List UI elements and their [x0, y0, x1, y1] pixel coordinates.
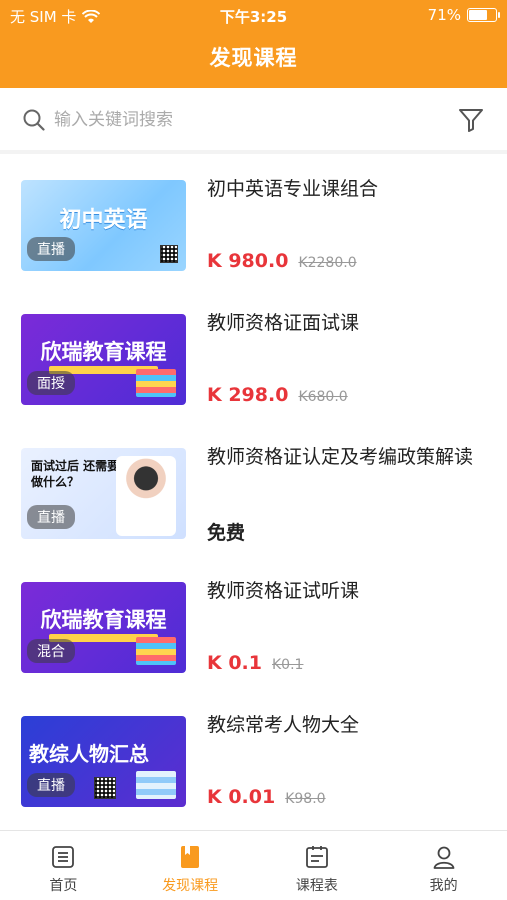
course-title: 教师资格证试听课	[207, 580, 360, 602]
book-icon	[181, 846, 200, 868]
tab-schedule[interactable]: 课程表	[254, 831, 381, 900]
course-thumbnail: 欣瑞教育课程 混合	[21, 582, 186, 673]
course-thumbnail: 面试过后 还需要做什么？ 直播	[21, 448, 186, 539]
thumbnail-title: 教综人物汇总	[29, 742, 149, 766]
current-price: K 298.0	[207, 384, 289, 406]
books-icon	[136, 637, 176, 665]
original-price: K2280.0	[298, 255, 357, 271]
books-icon	[136, 771, 176, 799]
search-icon	[23, 109, 45, 131]
course-type-badge: 直播	[27, 505, 75, 529]
price-row: K 980.0 K2280.0	[207, 250, 357, 272]
thumbnail-title: 面试过后 还需要做什么？	[31, 459, 120, 489]
course-type-badge: 混合	[27, 639, 75, 663]
current-price: K 0.1	[207, 652, 262, 674]
course-thumbnail: 教综人物汇总 直播	[21, 716, 186, 807]
course-title: 教师资格证面试课	[207, 312, 360, 334]
course-list: 初中英语 直播 初中英语专业课组合 K 980.0 K2280.0 欣瑞教育课程…	[0, 158, 507, 830]
tab-label: 首页	[49, 878, 78, 894]
current-price: K 0.01	[207, 786, 276, 808]
tab-label: 我的	[429, 878, 458, 894]
original-price: K98.0	[285, 791, 326, 807]
course-title: 教综常考人物大全	[207, 714, 360, 736]
course-thumbnail: 欣瑞教育课程 面授	[21, 314, 186, 405]
price-row: K 0.01 K98.0	[207, 786, 326, 808]
price-row: K 0.1 K0.1	[207, 652, 303, 674]
course-title: 教师资格证认定及考编政策解读	[207, 446, 474, 468]
thumbnail-title: 初中英语	[59, 208, 148, 233]
course-type-badge: 直播	[27, 237, 75, 261]
tab-discover-courses[interactable]: 发现课程	[127, 831, 254, 900]
tab-home[interactable]: 首页	[0, 831, 127, 900]
schedule-icon	[305, 846, 328, 868]
price-row: K 298.0 K680.0	[207, 384, 348, 406]
thumbnail-title: 欣瑞教育课程	[40, 340, 167, 364]
search-bar	[0, 88, 507, 154]
original-price: K680.0	[298, 389, 348, 405]
search-input[interactable]	[54, 104, 424, 136]
course-thumbnail: 初中英语 直播	[21, 180, 186, 271]
tab-label: 课程表	[295, 878, 338, 894]
free-price-label: 免费	[207, 522, 246, 544]
course-item[interactable]: 欣瑞教育课程 面授 教师资格证面试课 K 298.0 K680.0	[0, 292, 507, 426]
course-title: 初中英语专业课组合	[207, 178, 379, 200]
course-item[interactable]: 初中英语 直播 初中英语专业课组合 K 980.0 K2280.0	[0, 158, 507, 292]
battery-icon	[467, 8, 500, 22]
user-icon	[433, 846, 455, 869]
tab-label: 发现课程	[162, 878, 219, 894]
teacher-avatar	[116, 456, 176, 536]
status-bar: 无 SIM 卡 下午3:25 71%	[0, 0, 507, 30]
course-item[interactable]: 面试过后 还需要做什么？ 直播 教师资格证认定及考编政策解读 免费	[0, 426, 507, 560]
qr-code-icon	[160, 245, 178, 263]
battery-percent: 71%	[427, 6, 461, 24]
header: 无 SIM 卡 下午3:25 71% 发现课程	[0, 0, 507, 88]
page-title: 发现课程	[209, 46, 298, 70]
thumbnail-title: 欣瑞教育课程	[40, 608, 167, 632]
home-list-icon	[52, 846, 75, 868]
qr-code-icon	[94, 777, 116, 799]
course-type-badge: 面授	[27, 371, 75, 395]
course-item[interactable]: 教综人物汇总 直播 教综常考人物大全 K 0.01 K98.0	[0, 694, 507, 828]
original-price: K0.1	[272, 657, 304, 673]
current-price: K 980.0	[207, 250, 289, 272]
course-item[interactable]: 欣瑞教育课程 混合 教师资格证试听课 K 0.1 K0.1	[0, 560, 507, 694]
tab-profile[interactable]: 我的	[380, 831, 507, 900]
course-type-badge: 直播	[27, 773, 75, 797]
books-icon	[136, 369, 176, 397]
filter-icon[interactable]	[457, 106, 485, 134]
bottom-tab-bar: 首页 发现课程 课程表 我的	[0, 830, 507, 900]
